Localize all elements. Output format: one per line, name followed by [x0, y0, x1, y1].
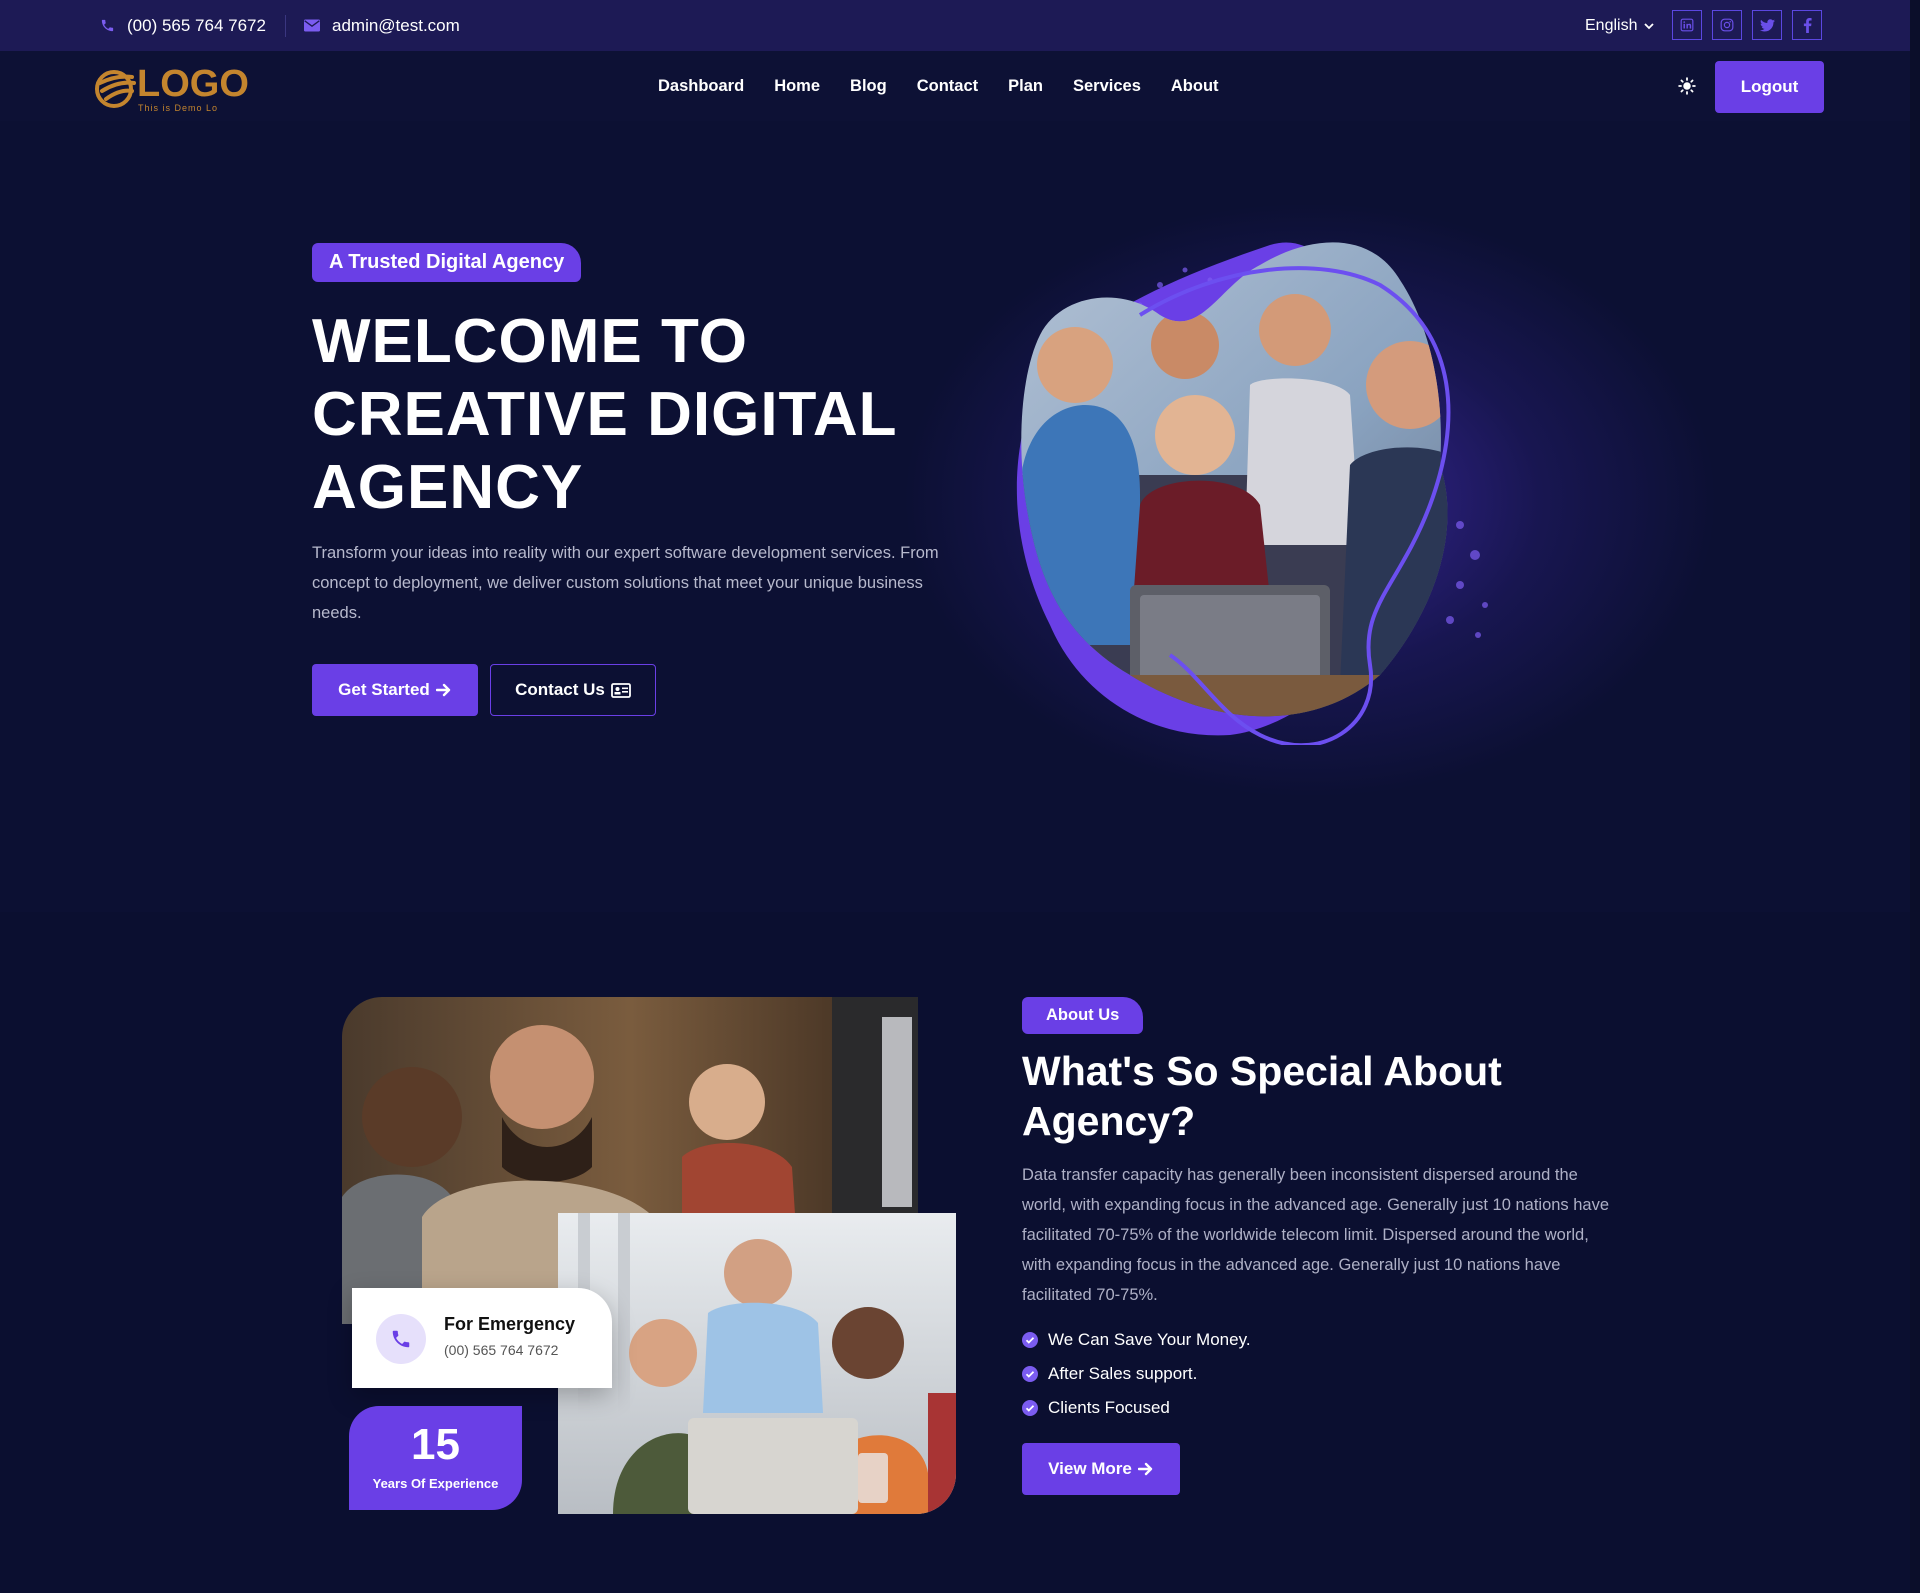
logo-text: LOGO	[137, 63, 249, 105]
hero-blob-illustration	[1016, 242, 1488, 748]
logo-tagline: This is Demo Lo	[138, 103, 219, 113]
check-circle-icon	[1022, 1400, 1038, 1416]
contact-us-button[interactable]: Contact Us	[490, 664, 656, 716]
get-started-button[interactable]: Get Started	[312, 664, 478, 716]
page-scrollbar[interactable]	[1910, 0, 1920, 1593]
emergency-card: For Emergency (00) 565 764 7672	[352, 1288, 612, 1388]
facebook-icon	[1803, 17, 1812, 33]
hero-title-line-3: AGENCY	[312, 453, 584, 522]
logo-mark-icon	[95, 70, 136, 108]
site-logo[interactable]: LOGO This is Demo Lo	[92, 59, 252, 113]
about-photo-secondary	[558, 1213, 956, 1514]
feature-item: Clients Focused	[1022, 1391, 1251, 1425]
experience-years: 15	[411, 1420, 460, 1469]
top-contact-bar: (00) 565 764 7672 admin@test.com English	[0, 0, 1910, 51]
feature-text: After Sales support.	[1048, 1364, 1198, 1383]
chevron-down-icon	[1644, 22, 1655, 29]
nav-contact[interactable]: Contact	[917, 77, 978, 96]
envelope-icon	[304, 19, 320, 32]
experience-badge: 15 Years Of Experience	[349, 1406, 522, 1510]
about-badge: About Us	[1022, 997, 1144, 1034]
linkedin-icon	[1680, 18, 1694, 32]
emergency-phone: (00) 565 764 7672	[444, 1342, 559, 1358]
nav-plan[interactable]: Plan	[1008, 77, 1043, 96]
about-section	[0, 912, 1920, 1593]
nav-blog[interactable]: Blog	[850, 77, 887, 96]
arrow-right-icon	[1137, 1462, 1153, 1476]
team-laptop-image	[558, 1213, 956, 1514]
main-navbar: LOGO This is Demo Lo Dashboard Home Blog…	[0, 51, 1910, 121]
phone-icon	[392, 1330, 410, 1348]
language-label: English	[1585, 16, 1638, 34]
nav-dashboard[interactable]: Dashboard	[658, 77, 744, 96]
theme-toggle-button[interactable]	[1676, 75, 1698, 97]
nav-menu: Dashboard Home Blog Contact Plan Service…	[658, 51, 1219, 121]
check-circle-icon	[1022, 1366, 1038, 1382]
logout-button[interactable]: Logout	[1715, 61, 1824, 113]
hero-team-image	[990, 225, 1550, 748]
hero-title-line-1: WELCOME TO	[312, 307, 748, 376]
get-started-label: Get Started	[338, 680, 430, 699]
emergency-title: For Emergency	[444, 1314, 576, 1334]
sun-icon	[1678, 77, 1696, 95]
feature-text: Clients Focused	[1048, 1398, 1170, 1417]
feature-list: We Can Save Your Money. After Sales supp…	[1022, 1323, 1251, 1425]
view-more-label: View More	[1048, 1459, 1132, 1478]
hero-description: Transform your ideas into reality with o…	[312, 544, 939, 622]
experience-label: Years Of Experience	[372, 1476, 499, 1491]
linkedin-link[interactable]	[1672, 10, 1702, 40]
view-more-button[interactable]: View More	[1022, 1443, 1180, 1495]
email-address: admin@test.com	[332, 15, 460, 35]
nav-home[interactable]: Home	[774, 77, 820, 96]
hero-title-line-2: CREATIVE DIGITAL	[312, 380, 898, 449]
feature-item: After Sales support.	[1022, 1357, 1251, 1391]
emergency-phone-circle[interactable]	[376, 1314, 426, 1364]
arrow-right-icon	[435, 683, 451, 697]
check-circle-icon	[1022, 1332, 1038, 1348]
contact-card-icon	[610, 682, 631, 698]
phone-contact[interactable]: (00) 565 764 7672	[100, 0, 266, 51]
hero-badge: A Trusted Digital Agency	[312, 243, 582, 282]
email-contact[interactable]: admin@test.com	[304, 0, 460, 51]
topbar-divider	[285, 15, 286, 37]
twitter-link[interactable]	[1752, 10, 1782, 40]
instagram-link[interactable]	[1712, 10, 1742, 40]
language-selector[interactable]: English	[1585, 0, 1655, 51]
phone-number: (00) 565 764 7672	[127, 15, 266, 35]
contact-us-label: Contact Us	[515, 680, 605, 699]
feature-text: We Can Save Your Money.	[1048, 1330, 1251, 1349]
nav-about[interactable]: About	[1171, 77, 1219, 96]
about-title: What's So Special About Agency?	[1022, 1048, 1502, 1144]
twitter-icon	[1759, 18, 1775, 31]
feature-item: We Can Save Your Money.	[1022, 1323, 1251, 1357]
hero-title: WELCOME TO CREATIVE DIGITAL AGENCY	[312, 305, 952, 524]
about-description: Data transfer capacity has generally bee…	[1022, 1166, 1610, 1304]
facebook-link[interactable]	[1792, 10, 1822, 40]
phone-icon	[101, 19, 114, 32]
nav-services[interactable]: Services	[1073, 77, 1141, 96]
instagram-icon	[1720, 18, 1734, 32]
